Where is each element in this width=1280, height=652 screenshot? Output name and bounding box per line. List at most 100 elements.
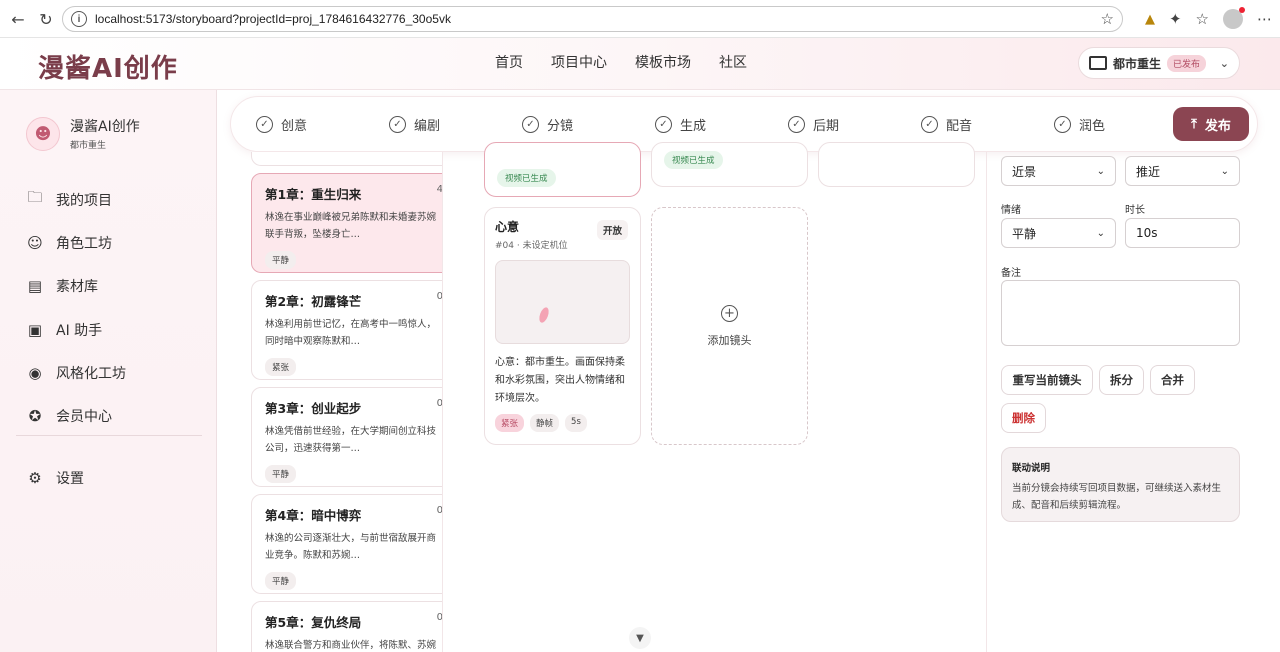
merge-button[interactable]: 合并 bbox=[1150, 365, 1195, 395]
sidebar-item-membership[interactable]: ✪ 会员中心 bbox=[26, 394, 206, 437]
emotion-label: 情绪 bbox=[1001, 205, 1021, 216]
sidebar-item-label: 设置 bbox=[56, 470, 84, 487]
rewrite-shot-button[interactable]: 重写当前镜头 bbox=[1001, 365, 1093, 395]
info-body: 当前分镜会持续写回项目数据，可继续送入素材生成、配音和后续剪辑流程。 bbox=[1012, 483, 1222, 511]
check-circle-icon: ✓ bbox=[1054, 116, 1071, 133]
sidebar-item-ai-assistant[interactable]: ▣ AI 助手 bbox=[26, 308, 206, 351]
address-bar[interactable]: i localhost:5173/storyboard?projectId=pr… bbox=[62, 6, 1123, 32]
step-generate[interactable]: ✓ 生成 bbox=[655, 115, 706, 134]
chapter-card-4[interactable]: 第4章：暗中博弈 0 林逸的公司逐渐壮大，与前世宿敌展开商业竞争。陈默和苏婉… … bbox=[251, 494, 442, 594]
input-value: 10s bbox=[1136, 226, 1158, 240]
select-value: 近景 bbox=[1012, 164, 1037, 179]
video-status-badge: 视频已生成 bbox=[497, 169, 556, 187]
profile-avatar[interactable] bbox=[1223, 7, 1245, 29]
more-menu-icon[interactable]: ⋯ bbox=[1257, 10, 1272, 28]
robot-icon: ▣ bbox=[27, 320, 43, 339]
sidebar-divider bbox=[16, 435, 202, 436]
notes-textarea[interactable] bbox=[1001, 280, 1240, 346]
add-shot-button[interactable]: + 添加镜头 bbox=[651, 207, 808, 445]
step-label: 创意 bbox=[281, 119, 308, 134]
bookmark-star-icon[interactable]: ☆ bbox=[1101, 10, 1114, 28]
list-item[interactable] bbox=[251, 152, 442, 166]
step-voice[interactable]: ✓ 配音 bbox=[921, 115, 972, 134]
nav-community[interactable]: 社区 bbox=[719, 52, 747, 72]
extensions-puzzle-icon[interactable]: ✦ bbox=[1169, 10, 1182, 28]
petal-decoration bbox=[537, 306, 551, 324]
delete-button[interactable]: 删除 bbox=[1001, 403, 1046, 433]
sidebar-item-label: 会员中心 bbox=[56, 409, 112, 426]
folder-icon bbox=[1089, 56, 1107, 70]
chapter-card-5[interactable]: 第5章：复仇终局 0 林逸联合警方和商业伙伴，将陈默、苏婉 bbox=[251, 601, 442, 652]
mood-tag: 紧张 bbox=[265, 358, 297, 376]
reload-icon[interactable]: ↻ bbox=[32, 5, 60, 33]
sidebar: ☻ 漫酱AI创作 都市重生 🗀 我的项目 ☺ 角色工坊 ▤ 素材库 ▣ AI 助… bbox=[0, 90, 217, 652]
sidebar-subtitle: 都市重生 bbox=[70, 141, 107, 151]
chapter-desc: 林逸在事业巅峰被兄弟陈默和未婚妻苏婉联手背叛，坠楼身亡… bbox=[265, 212, 437, 240]
sync-info-box: 联动说明 当前分镜会持续写回项目数据，可继续送入素材生成、配音和后续剪辑流程。 bbox=[1001, 447, 1240, 522]
split-button[interactable]: 拆分 bbox=[1099, 365, 1144, 395]
step-storyboard[interactable]: ✓ 分镜 bbox=[522, 115, 573, 134]
step-post[interactable]: ✓ 后期 bbox=[788, 115, 839, 134]
camera-move-select[interactable]: 推近 ⌄ bbox=[1125, 156, 1240, 186]
step-script[interactable]: ✓ 编剧 bbox=[389, 115, 440, 134]
publish-label: 发布 bbox=[1204, 118, 1231, 134]
mood-tag: 紧张 bbox=[495, 414, 525, 432]
chapter-title: 第2章：初露锋芒 bbox=[265, 294, 362, 309]
sidebar-item-my-projects[interactable]: 🗀 我的项目 bbox=[26, 178, 206, 221]
chapter-desc: 林逸联合警方和商业伙伴，将陈默、苏婉 bbox=[265, 640, 437, 651]
check-circle-icon: ✓ bbox=[655, 116, 672, 133]
upload-icon: ⤒ bbox=[1191, 116, 1197, 132]
step-label: 配音 bbox=[946, 119, 973, 134]
shot-card-partial[interactable]: 视频已生成 bbox=[651, 142, 808, 187]
shot-card[interactable]: 心意 开放 #04 · 未设定机位 心意：都市重生。画面保持柔和水彩氛围，突出人… bbox=[484, 207, 641, 445]
shot-size-select[interactable]: 近景 ⌄ bbox=[1001, 156, 1116, 186]
face-icon: ☺ bbox=[27, 233, 43, 252]
site-info-icon[interactable]: i bbox=[71, 11, 87, 27]
step-label: 后期 bbox=[813, 119, 840, 134]
status-badge: 已发布 bbox=[1167, 54, 1207, 72]
step-label: 生成 bbox=[680, 119, 707, 134]
nav-home[interactable]: 首页 bbox=[495, 52, 523, 72]
shot-thumbnail bbox=[495, 260, 630, 344]
chapter-title: 第4章：暗中博弈 bbox=[265, 508, 362, 523]
info-title: 联动说明 bbox=[1012, 463, 1051, 474]
shot-card-partial[interactable] bbox=[818, 142, 975, 187]
chevron-down-icon: ⌄ bbox=[1096, 227, 1105, 239]
chapter-card-3[interactable]: 第3章：创业起步 0 林逸凭借前世经验，在大学期间创立科技公司，迅速获得第一… … bbox=[251, 387, 442, 487]
shot-card-partial[interactable]: 视频已生成 bbox=[484, 142, 641, 197]
video-status-badge: 视频已生成 bbox=[664, 151, 723, 169]
check-circle-icon: ✓ bbox=[389, 116, 406, 133]
top-nav: 首页 项目中心 模板市场 社区 bbox=[495, 52, 747, 72]
step-polish[interactable]: ✓ 润色 bbox=[1054, 115, 1105, 134]
back-icon[interactable]: ← bbox=[4, 5, 32, 33]
sidebar-title: 漫酱AI创作 bbox=[70, 119, 140, 135]
sidebar-item-asset-library[interactable]: ▤ 素材库 bbox=[26, 265, 206, 308]
add-shot-label: 添加镜头 bbox=[707, 333, 752, 347]
browser-toolbar: ← ↻ i localhost:5173/storyboard?projectI… bbox=[0, 0, 1280, 38]
publish-button[interactable]: ⤒ 发布 bbox=[1173, 107, 1249, 141]
brand-logo[interactable]: 漫酱AI创作 bbox=[38, 48, 178, 85]
chapter-title: 第3章：创业起步 bbox=[265, 401, 362, 416]
sidebar-item-settings[interactable]: ⚙ 设置 bbox=[26, 456, 84, 499]
sidebar-brand: ☻ 漫酱AI创作 都市重生 bbox=[26, 116, 140, 151]
plus-circle-icon: + bbox=[721, 304, 738, 322]
sidebar-item-style-workshop[interactable]: ◉ 风格化工坊 bbox=[26, 351, 206, 394]
emotion-select[interactable]: 平静 ⌄ bbox=[1001, 218, 1116, 248]
duration-tag: 5s bbox=[565, 414, 587, 432]
step-label: 编剧 bbox=[414, 119, 441, 134]
chapter-card-1[interactable]: 第1章：重生归来 4 林逸在事业巅峰被兄弟陈默和未婚妻苏婉联手背叛，坠楼身亡… … bbox=[251, 173, 442, 273]
duration-input[interactable]: 10s bbox=[1125, 218, 1240, 248]
chapter-card-2[interactable]: 第2章：初露锋芒 0 林逸利用前世记忆，在高考中一鸣惊人，同时暗中观察陈默和… … bbox=[251, 280, 442, 380]
gear-icon: ⚙ bbox=[28, 468, 42, 487]
sidebar-menu: 🗀 我的项目 ☺ 角色工坊 ▤ 素材库 ▣ AI 助手 ◉ 风格化工坊 ✪ 会员… bbox=[26, 178, 206, 438]
step-idea[interactable]: ✓ 创意 bbox=[256, 115, 307, 134]
shot-tags: 紧张 静帧 5s bbox=[495, 414, 587, 432]
scroll-down-button[interactable]: ▼ bbox=[629, 627, 651, 649]
nav-projects[interactable]: 项目中心 bbox=[551, 52, 607, 72]
step-label: 分镜 bbox=[547, 119, 574, 134]
project-selector[interactable]: 都市重生 已发布 ⌄ bbox=[1078, 47, 1240, 79]
sidebar-item-character-workshop[interactable]: ☺ 角色工坊 bbox=[26, 221, 206, 264]
extension-badge-icon[interactable]: ▲ bbox=[1145, 12, 1155, 27]
nav-templates[interactable]: 模板市场 bbox=[635, 52, 691, 72]
favorites-icon[interactable]: ☆ bbox=[1196, 10, 1209, 28]
